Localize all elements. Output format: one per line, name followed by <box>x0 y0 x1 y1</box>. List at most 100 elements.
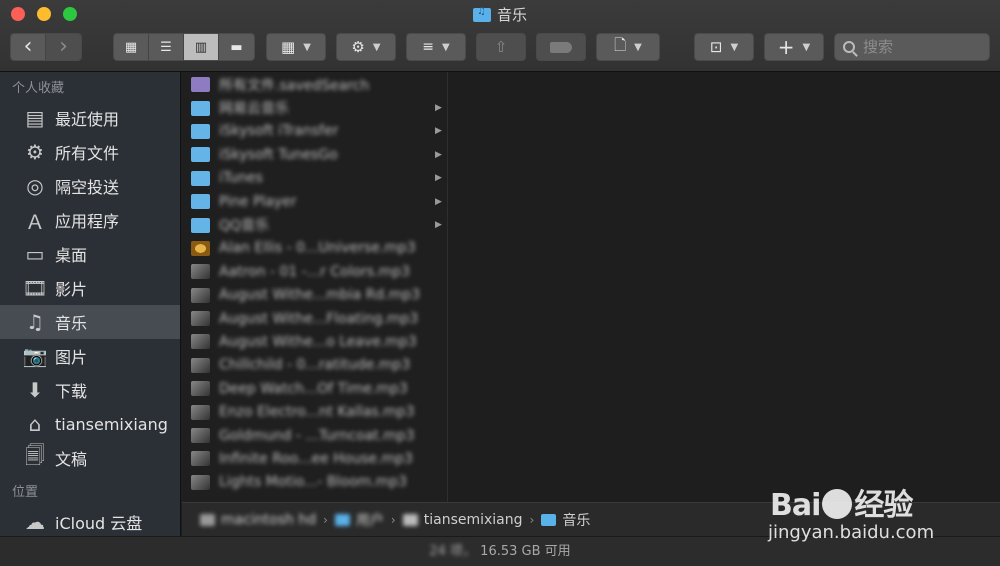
disclosure-arrow-icon: ▶ <box>435 173 442 184</box>
arrange-lines-icon: ≡ <box>422 39 435 55</box>
folder-icon <box>191 147 210 163</box>
sidebar-item-label: 文稿 <box>55 450 88 469</box>
file-row[interactable]: Lights Motio...- Bloom.mp3 <box>182 471 447 494</box>
file-row[interactable]: QQ音乐 ▶ <box>182 213 447 236</box>
sidebar-item[interactable]: ☁ iCloud 云盘 <box>0 505 180 539</box>
audio-file-icon <box>191 264 210 280</box>
file-row[interactable]: Pine Player ▶ <box>182 190 447 213</box>
sidebar-item[interactable]: Ａ 应用程序 <box>0 203 180 237</box>
search-input[interactable] <box>863 38 973 56</box>
music-folder-icon <box>541 513 557 526</box>
smart-folder-icon <box>191 77 210 93</box>
extension-button[interactable]: ⊡ ▼ <box>694 33 754 61</box>
arrange-button[interactable]: ≡ ▼ <box>406 33 466 61</box>
search-icon <box>843 41 855 53</box>
path-current-label: 音乐 <box>562 512 591 529</box>
airdrop-icon: ◎ <box>26 174 44 198</box>
file-row[interactable]: Goldmund - ...Turncoat.mp3 <box>182 424 447 447</box>
file-row[interactable]: 网易云音乐 ▶ <box>182 96 447 119</box>
file-name: iSkysoft iTransfer <box>219 123 339 140</box>
document-add-icon: 🗋 <box>614 35 627 54</box>
columns-icon: ▥ <box>194 39 208 55</box>
share-button[interactable]: ⇧ <box>476 33 526 61</box>
sidebar-item[interactable]: 🗐 文稿 <box>0 441 180 475</box>
chevron-right-icon: › <box>390 512 396 527</box>
file-name: Lights Motio...- Bloom.mp3 <box>219 474 408 491</box>
column-view-button[interactable]: ▥ <box>184 34 219 60</box>
file-row[interactable]: August Withe...Floating.mp3 <box>182 307 447 330</box>
sidebar-item[interactable]: ⌂ tiansemixiang <box>0 407 180 441</box>
file-row[interactable]: Infinite Roo...ee House.mp3 <box>182 447 447 470</box>
tags-button[interactable] <box>536 33 586 61</box>
add-button[interactable]: + ▼ <box>764 33 824 61</box>
file-row[interactable]: Enzo Electro...nt Kallas.mp3 <box>182 400 447 423</box>
gallery-view-button[interactable]: ▬ <box>219 34 254 60</box>
file-name: Infinite Roo...ee House.mp3 <box>219 450 413 467</box>
chevron-down-icon: ▼ <box>372 41 381 53</box>
file-row[interactable]: Chillchild - 0...ratitude.mp3 <box>182 354 447 377</box>
action-menu-button[interactable]: ⚙ ▼ <box>336 33 396 61</box>
forward-button[interactable]: › <box>46 34 81 60</box>
file-row[interactable]: August Withe...o Leave.mp3 <box>182 330 447 353</box>
sidebar-item[interactable]: ⚙ 所有文件 <box>0 135 180 169</box>
folder-icon <box>334 513 350 526</box>
gallery-icon: ▬ <box>230 39 243 55</box>
path-disk-label: macintosh hd <box>221 511 317 528</box>
sidebar-item-label: 影片 <box>55 280 88 299</box>
file-row[interactable]: Aatron - 01 -...r Colors.mp3 <box>182 260 447 283</box>
path-current[interactable]: 音乐 <box>541 510 590 530</box>
audio-file-icon <box>191 334 210 350</box>
folder-icon <box>191 194 210 210</box>
group-by-button[interactable]: ▦ ▼ <box>266 33 326 61</box>
file-row[interactable]: iTunes ▶ <box>182 167 447 190</box>
new-document-button[interactable]: 🗋 ▼ <box>596 33 660 61</box>
list-icon: ☰ <box>160 39 172 55</box>
file-name: Aatron - 01 -...r Colors.mp3 <box>219 263 411 280</box>
applications-icon: Ａ <box>25 209 45 234</box>
sidebar-item[interactable]: 📷 图片 <box>0 339 180 373</box>
sidebar-item[interactable]: ◎ 隔空投送 <box>0 169 180 203</box>
file-column: 所有文件.savedSearch 网易云音乐 ▶ iSkysoft iTransfer… <box>182 72 448 502</box>
path-home[interactable]: tiansemixiang <box>402 511 523 528</box>
file-row[interactable]: August Withe...mbia Rd.mp3 <box>182 284 447 307</box>
sidebar-item[interactable]: ⬇ 下载 <box>0 373 180 407</box>
file-row[interactable]: iSkysoft TunesGo ▶ <box>182 143 447 166</box>
file-row[interactable]: 所有文件.savedSearch <box>182 73 447 96</box>
disclosure-arrow-icon: ▶ <box>435 103 442 114</box>
sidebar-item-label: 最近使用 <box>55 110 120 129</box>
file-name: 所有文件.savedSearch <box>219 77 370 94</box>
icon-view-button[interactable]: ▦ <box>114 34 149 60</box>
list-view-button[interactable]: ☰ <box>149 34 184 60</box>
folder-icon <box>191 170 210 186</box>
chevron-down-icon: ▼ <box>442 41 450 53</box>
file-row[interactable]: Alan Ellis - 0...Universe.mp3 <box>182 237 447 260</box>
recents-icon: ▤ <box>25 106 45 130</box>
path-home-label: tiansemixiang <box>423 511 523 528</box>
sidebar-item[interactable]: ♫ 音乐 <box>0 305 180 339</box>
search-field[interactable] <box>834 33 990 61</box>
sidebar-item[interactable]: 🎞 影片 <box>0 271 180 305</box>
disclosure-arrow-icon: ▶ <box>435 196 442 207</box>
file-row[interactable]: Deep Watch...Of Time.mp3 <box>182 377 447 400</box>
sidebar: 个人收藏 ▤ 最近使用 ⚙ 所有文件 ◎ 隔空投送 Ａ 应用程序 ▭ 桌面 🎞 影片 ♫ 音乐 📷 图片 ⬇ 下载… <box>0 72 181 566</box>
sidebar-item-label: tiansemixiang <box>55 414 168 434</box>
desktop-icon: ▭ <box>25 242 45 266</box>
file-row[interactable]: iSkysoft iTransfer ▶ <box>182 120 447 143</box>
sidebar-item[interactable]: ▤ 最近使用 <box>0 101 180 135</box>
sidebar-item-label: 下载 <box>55 382 88 401</box>
audio-file-icon <box>191 451 210 467</box>
audio-file-icon <box>191 311 210 327</box>
sidebar-item-label: 桌面 <box>55 246 88 265</box>
grid-icon: ▦ <box>124 39 138 55</box>
sidebar-item-label: 图片 <box>55 348 88 367</box>
path-users[interactable]: 用户 <box>334 510 384 530</box>
file-name: Pine Player <box>219 193 297 210</box>
sidebar-item[interactable]: ▭ 桌面 <box>0 237 180 271</box>
movies-icon: 🎞 <box>22 276 48 300</box>
file-name: August Withe...o Leave.mp3 <box>219 333 417 350</box>
back-button[interactable]: ‹ <box>11 34 46 60</box>
file-name: August Withe...mbia Rd.mp3 <box>219 287 421 304</box>
hard-disk-icon <box>200 513 215 526</box>
path-disk[interactable]: macintosh hd <box>200 512 316 528</box>
grid-icon: ▦ <box>281 38 296 56</box>
